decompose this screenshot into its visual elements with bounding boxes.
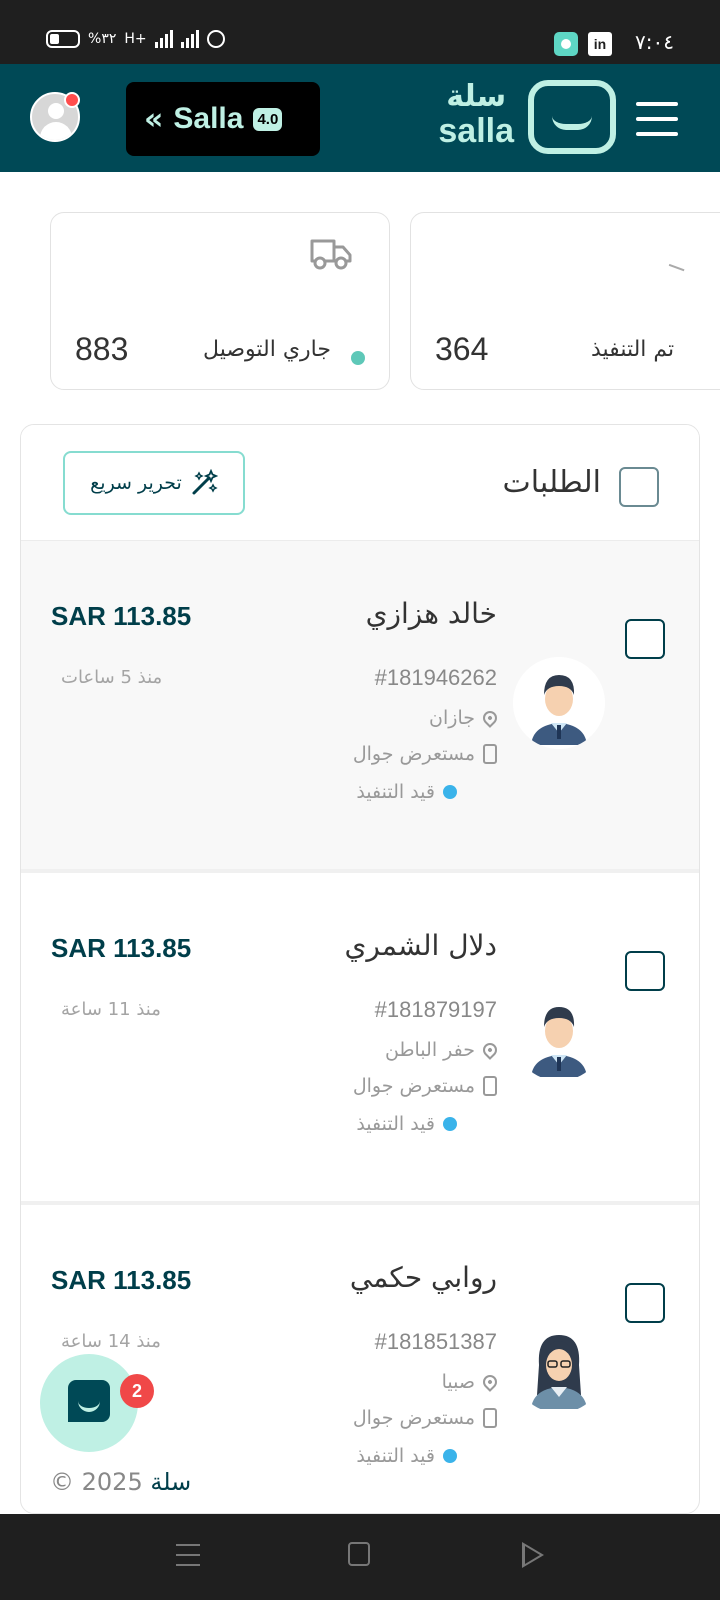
- city-name: حفر الباطن: [384, 1039, 475, 1061]
- battery-icon: [46, 30, 80, 48]
- location-pin-icon: [480, 708, 500, 728]
- truck-icon: [310, 239, 352, 270]
- footer-brand: سلة: [150, 1468, 192, 1496]
- orders-panel: الطلبات تحرير سريع خالد هزازي SAR 113.85…: [20, 424, 700, 1514]
- source-name: مستعرض جوال: [352, 1075, 475, 1097]
- logo-text[interactable]: سلة salla: [438, 79, 514, 150]
- check-icon: [668, 250, 690, 272]
- double-chevron-icon: «: [144, 101, 164, 137]
- location-pin-icon: [480, 1372, 500, 1392]
- order-checkbox[interactable]: [625, 1283, 665, 1323]
- logo-english: salla: [438, 112, 514, 150]
- app-notification-icon: [554, 32, 578, 56]
- linkedin-icon: in: [588, 32, 612, 56]
- city-name: صبيا: [441, 1371, 475, 1393]
- promo-word: Salla: [173, 102, 244, 135]
- customer-name[interactable]: خالد هزازي: [366, 597, 497, 630]
- menu-icon[interactable]: [636, 102, 678, 136]
- customer-avatar-icon: [513, 989, 605, 1081]
- battery-level: %٣٢: [88, 31, 117, 47]
- order-number[interactable]: #181879197: [375, 997, 497, 1023]
- order-time: منذ 14 ساعة: [61, 1331, 161, 1352]
- order-number[interactable]: #181851387: [375, 1329, 497, 1355]
- status-dot: [443, 785, 457, 799]
- order-source: مستعرض جوال: [353, 1075, 497, 1097]
- network-type: H+: [124, 31, 147, 47]
- stat-label: تم التنفيذ: [591, 337, 675, 362]
- stat-label: جاري التوصيل: [203, 337, 331, 362]
- order-row[interactable]: دلال الشمري SAR 113.85 منذ 11 ساعة #1818…: [21, 873, 699, 1205]
- signal-icon-2: [180, 30, 199, 48]
- order-city: حفر الباطن: [384, 1039, 500, 1061]
- mobile-icon: [483, 1408, 497, 1428]
- status-text: قيد التنفيذ: [356, 781, 435, 803]
- chat-icon: [68, 1380, 110, 1422]
- status-icons: %٣٢ H+: [46, 30, 225, 48]
- order-city: صبيا: [441, 1371, 500, 1393]
- quick-edit-label: تحرير سريع: [90, 472, 182, 494]
- order-total: SAR 113.85: [51, 601, 192, 631]
- location-pin-icon: [480, 1040, 500, 1060]
- city-name: جازان: [429, 707, 475, 729]
- customer-name[interactable]: دلال الشمري: [344, 929, 497, 962]
- page-title: الطلبات: [502, 465, 601, 500]
- source-name: مستعرض جوال: [352, 743, 475, 765]
- footer-year: © 2025: [50, 1468, 143, 1496]
- order-checkbox[interactable]: [625, 951, 665, 991]
- order-total: SAR 113.85: [51, 1265, 192, 1295]
- order-source: مستعرض جوال: [353, 1407, 497, 1429]
- status-dot: [351, 351, 365, 365]
- status-bar: %٣٢ H+ in ٧:٠٤: [0, 0, 720, 64]
- alarm-icon: [206, 30, 225, 48]
- chat-unread-badge: 2: [120, 1374, 154, 1408]
- order-status[interactable]: قيد التنفيذ: [356, 781, 457, 803]
- magic-wand-icon: [192, 469, 218, 495]
- customer-name[interactable]: روابي حكمي: [350, 1261, 497, 1294]
- footer-copyright: © 2025 سلة: [50, 1468, 191, 1496]
- orders-panel-header: الطلبات تحرير سريع: [21, 425, 699, 541]
- home-icon[interactable]: [348, 1542, 370, 1566]
- order-total: SAR 113.85: [51, 933, 192, 963]
- status-text: قيد التنفيذ: [356, 1445, 435, 1467]
- status-text: قيد التنفيذ: [356, 1113, 435, 1135]
- salla-logo-icon[interactable]: [528, 80, 616, 154]
- order-source: مستعرض جوال: [353, 743, 497, 765]
- back-icon[interactable]: [522, 1542, 544, 1568]
- order-status[interactable]: قيد التنفيذ: [356, 1445, 457, 1467]
- stat-card-delivering[interactable]: جاري التوصيل 883: [50, 212, 390, 390]
- order-time: منذ 11 ساعة: [61, 999, 161, 1020]
- order-time: منذ 5 ساعات: [61, 667, 163, 688]
- signal-icon: [154, 30, 173, 48]
- customer-avatar-icon: [513, 657, 605, 749]
- clock: ٧:٠٤: [635, 30, 674, 54]
- select-all-checkbox[interactable]: [619, 467, 659, 507]
- order-number[interactable]: #181946262: [375, 665, 497, 691]
- order-checkbox[interactable]: [625, 619, 665, 659]
- source-name: مستعرض جوال: [352, 1407, 475, 1429]
- status-dot: [443, 1117, 457, 1131]
- stat-card-completed[interactable]: تم التنفيذ 364: [410, 212, 720, 390]
- order-row[interactable]: خالد هزازي SAR 113.85 منذ 5 ساعات #18194…: [21, 541, 699, 873]
- mobile-icon: [483, 1076, 497, 1096]
- customer-avatar-icon: [513, 1321, 605, 1413]
- status-dot: [443, 1449, 457, 1463]
- recent-apps-icon[interactable]: [176, 1544, 200, 1566]
- order-status[interactable]: قيد التنفيذ: [356, 1113, 457, 1135]
- stat-value: 883: [75, 331, 129, 367]
- promo-version: 4.0: [253, 107, 283, 131]
- notification-dot: [64, 92, 80, 108]
- app-header: سلة salla « Salla 4.0: [0, 64, 720, 172]
- mobile-icon: [483, 744, 497, 764]
- chat-button[interactable]: [40, 1354, 138, 1452]
- salla-4-promo-button[interactable]: « Salla 4.0: [126, 82, 320, 156]
- order-city: جازان: [429, 707, 500, 729]
- stat-value: 364: [435, 331, 489, 367]
- quick-edit-button[interactable]: تحرير سريع: [63, 451, 245, 515]
- logo-arabic: سلة: [446, 79, 507, 114]
- system-nav-bar: [0, 1514, 720, 1600]
